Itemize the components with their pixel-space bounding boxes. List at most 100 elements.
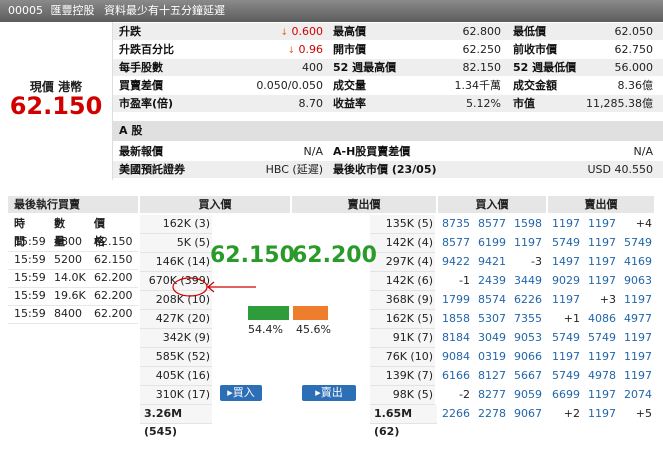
bid-queue-cell: 427K (20) [140, 310, 212, 329]
broker-cell[interactable]: 5307 [474, 310, 506, 328]
broker-cell[interactable]: 0319 [474, 348, 506, 366]
broker-cell[interactable]: 1197 [584, 253, 616, 271]
broker-cell[interactable]: 6199 [474, 234, 506, 252]
broker-cell[interactable]: 2439 [474, 272, 506, 290]
sell-button[interactable]: ▸賣出 [302, 385, 356, 401]
broker-cell[interactable]: 9084 [438, 348, 470, 366]
ask-queue-title: 賣出價 [292, 196, 436, 213]
broker-cell[interactable]: 8277 [474, 386, 506, 404]
trade-cell: 19.6K [54, 289, 86, 302]
change-value: ↓ 0.600 [280, 25, 323, 38]
broker-cell[interactable]: 1197 [620, 329, 652, 347]
broker-cell[interactable]: 8127 [474, 367, 506, 385]
bid-queue-cell: 162K (3) [140, 215, 212, 234]
broker-bid-title: 買入價 [438, 196, 546, 213]
broker-cell[interactable]: 8735 [438, 215, 470, 233]
broker-cell[interactable]: 1197 [584, 272, 616, 290]
broker-cell[interactable]: 6226 [510, 291, 542, 309]
w52-low-label: 52 週最低價 [513, 61, 577, 74]
broker-cell[interactable]: 9422 [438, 253, 470, 271]
ask-queue-cell: 297K (4) [370, 253, 435, 272]
broker-cell[interactable]: 9421 [474, 253, 506, 271]
volume-value: 1.34千萬 [454, 79, 502, 92]
adr-close-label: 最後收市價 (23/05) [333, 163, 437, 176]
high-value: 62.800 [462, 25, 502, 38]
broker-cell[interactable]: 6166 [438, 367, 470, 385]
a-share-row-2: 美國預託證券 HBC (延遲) 最後收市價 (23/05) USD 40.550 [113, 161, 663, 178]
bid-queue-cell: 5K (5) [140, 234, 212, 253]
broker-cell[interactable]: 5749 [548, 234, 580, 252]
broker-cell[interactable]: 5749 [620, 234, 652, 252]
broker-cell[interactable]: 1197 [584, 348, 616, 366]
bid-queue-cell: 146K (14) [140, 253, 212, 272]
broker-cell[interactable]: 5667 [510, 367, 542, 385]
bid-queue-cell: 405K (16) [140, 367, 212, 386]
broker-cell[interactable]: 4977 [620, 310, 652, 328]
broker-cell[interactable]: 1197 [584, 234, 616, 252]
broker-cell[interactable]: 8577 [438, 234, 470, 252]
ask-ratio-bar [293, 306, 328, 320]
ask-queue-cell: 76K (10) [370, 348, 435, 367]
broker-cell[interactable]: 6699 [548, 386, 580, 404]
broker-cell[interactable]: 3049 [474, 329, 506, 347]
broker-cell[interactable]: 1197 [620, 367, 652, 385]
broker-cell[interactable]: 1197 [548, 348, 580, 366]
broker-cell[interactable]: 1197 [584, 405, 616, 423]
broker-cell[interactable]: 8577 [474, 215, 506, 233]
broker-cell[interactable]: 4086 [584, 310, 616, 328]
broker-cell[interactable]: 5749 [548, 367, 580, 385]
low-label: 最低價 [513, 25, 546, 38]
broker-cell[interactable]: 2278 [474, 405, 506, 423]
broker-cell[interactable]: 1197 [584, 386, 616, 404]
pe-label: 市盈率(倍) [119, 97, 174, 110]
broker-cell[interactable]: 9029 [548, 272, 580, 290]
trade-cell: 62.200 [94, 307, 133, 320]
buy-button[interactable]: ▸買入 [220, 385, 262, 401]
broker-cell[interactable]: 9063 [620, 272, 652, 290]
trade-row: 15:59 14.0K 62.200 [8, 269, 138, 288]
broker-cell[interactable]: 1858 [438, 310, 470, 328]
mcap-label: 市值 [513, 97, 535, 110]
broker-cell[interactable]: 1799 [438, 291, 470, 309]
bid-ratio-bar [248, 306, 289, 320]
lot-label: 每手股數 [119, 61, 163, 74]
a-share-header: A 股 [113, 121, 663, 141]
stats-row-4: 買賣差價 0.050/0.050 成交量 1.34千萬 成交金額 8.36億 [113, 77, 663, 94]
pe-value: 8.70 [298, 97, 324, 110]
trade-cell: 15:59 [14, 235, 46, 248]
broker-cell[interactable]: 1197 [510, 234, 542, 252]
broker-cell[interactable]: 1197 [620, 291, 652, 309]
broker-cell[interactable]: 7355 [510, 310, 542, 328]
best-bid-price: 62.150 [210, 243, 295, 268]
broker-cell[interactable]: 1197 [548, 215, 580, 233]
yield-value: 5.12% [466, 97, 501, 110]
trade-cell: 62.150 [94, 235, 133, 248]
broker-cell[interactable]: 1197 [620, 348, 652, 366]
broker-cell[interactable]: 9067 [510, 405, 542, 423]
ask-queue-cell: 98K (5) [370, 386, 435, 405]
stats-row-3: 每手股數 400 52 週最高價 82.150 52 週最低價 56.000 [113, 59, 663, 76]
broker-cell[interactable]: 5749 [584, 329, 616, 347]
broker-cell[interactable]: 8574 [474, 291, 506, 309]
stock-name: 匯豐控股 [50, 4, 95, 17]
trade-row: 15:59 5200 62.150 [8, 251, 138, 270]
broker-cell[interactable]: 9053 [510, 329, 542, 347]
broker-cell[interactable]: 4169 [620, 253, 652, 271]
trade-cell: 15:59 [14, 289, 46, 302]
broker-cell[interactable]: 8184 [438, 329, 470, 347]
broker-cell[interactable]: 1598 [510, 215, 542, 233]
broker-cell[interactable]: 5749 [548, 329, 580, 347]
broker-cell[interactable]: 2266 [438, 405, 470, 423]
ask-queue-cell: 91K (7) [370, 329, 435, 348]
down-arrow-icon: ↓ [287, 46, 295, 56]
broker-cell[interactable]: 2074 [620, 386, 652, 404]
broker-cell[interactable]: 9066 [510, 348, 542, 366]
broker-cell[interactable]: 3449 [510, 272, 542, 290]
broker-cell[interactable]: 9059 [510, 386, 542, 404]
trade-cell: 62.150 [94, 253, 133, 266]
adr-value[interactable]: HBC (延遲) [243, 161, 323, 178]
broker-cell[interactable]: 1497 [548, 253, 580, 271]
broker-cell[interactable]: 4978 [584, 367, 616, 385]
broker-cell[interactable]: 1197 [584, 215, 616, 233]
broker-cell[interactable]: 1197 [548, 291, 580, 309]
